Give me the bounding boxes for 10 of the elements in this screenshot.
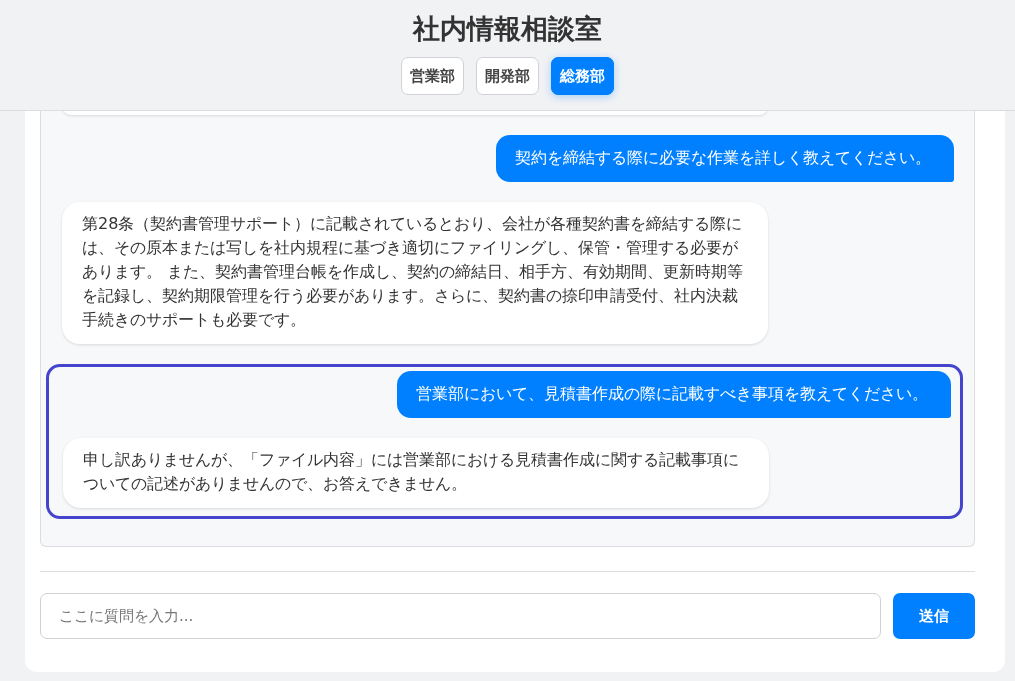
bot-message: 申し訳ありませんが、「ファイル内容」には営業部における見積書作成に関する記載事項についての記述がありませんので、お答えできません。 xyxy=(63,438,769,508)
department-tab[interactable]: 開発部 xyxy=(476,57,539,95)
user-message: 営業部において、見積書作成の際に記載すべき事項を教えてください。 xyxy=(397,371,951,418)
department-tab[interactable]: 総務部 xyxy=(551,57,614,95)
send-button[interactable]: 送信 xyxy=(893,593,975,639)
department-tab[interactable]: 営業部 xyxy=(401,57,464,95)
question-input[interactable]: ここに質問を入力... xyxy=(40,593,881,639)
app-title: 社内情報相談室 xyxy=(413,12,602,46)
user-message: 契約を締結する際に必要な作業を詳しく教えてください。 xyxy=(496,135,954,182)
bot-message: 第28条（契約書管理サポート）に記載されているとおり、会社が各種契約書を締結する際には、その原本または写しを社内規程に基づき適切にファイリングし、保管・管理する必要があります。 また、契約書管理台帳を作成し、契約の締結日、相手方、有効期間、更新時期等を記録し、契約期限管理を行う必要があります。さらに、契約書の捺印申請受付、社内決裁手続きのサポートも必要です。 xyxy=(62,202,768,344)
